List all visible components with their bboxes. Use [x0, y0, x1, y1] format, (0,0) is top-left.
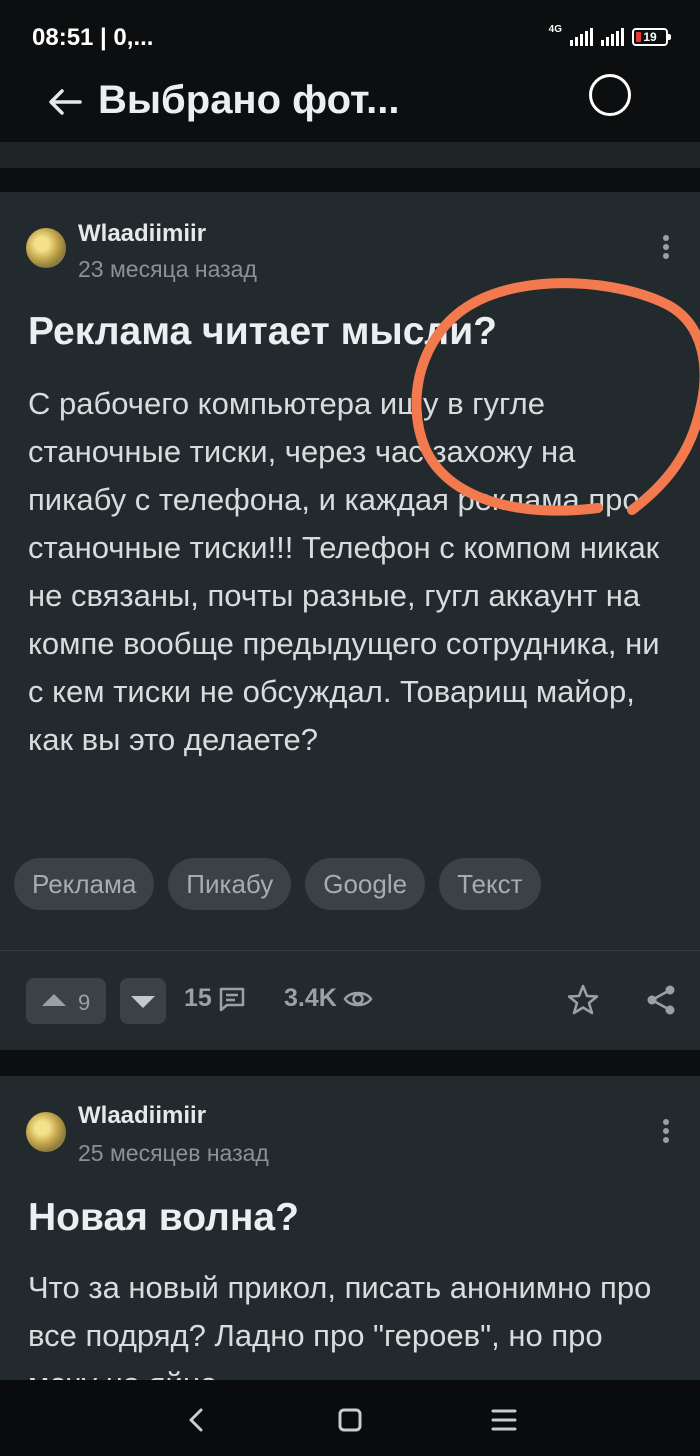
post-body: С рабочего компьютера ищу в гугле станоч…: [28, 386, 660, 757]
divider: [0, 1050, 700, 1076]
eye-icon: [343, 991, 373, 1006]
card-divider: [0, 950, 700, 951]
status-time: 08:51 | 0,...: [32, 24, 154, 51]
tag-chip[interactable]: Текст: [439, 858, 541, 910]
signal-2-icon: [601, 28, 624, 46]
signal-icon: [570, 28, 593, 46]
arrow-down-icon: [131, 996, 155, 1008]
battery-icon: 19: [632, 28, 671, 46]
arrow-left-icon: [49, 89, 82, 115]
status-icons: 4G 19: [548, 23, 671, 50]
views-indicator: 3.4K: [284, 984, 373, 1013]
previous-card-edge: [0, 142, 700, 168]
star-icon[interactable]: [565, 982, 601, 1018]
tag-chip[interactable]: Google: [305, 858, 426, 910]
post-card: Wlaadiimiir 23 месяца назад Реклама чита…: [0, 192, 700, 1050]
upvote-button[interactable]: 9: [26, 978, 106, 1024]
avatar[interactable]: [26, 228, 66, 268]
post-time: 23 месяца назад: [78, 256, 257, 282]
screen: 08:51 | 0,... 4G 19 Выбрано фот... Wlaad…: [0, 0, 700, 1456]
nav-back-icon[interactable]: [176, 1400, 216, 1440]
battery-level: 19: [643, 30, 657, 44]
post-card: Wlaadiimiir 25 месяцев назад Новая волна…: [0, 1076, 700, 1401]
post-time: 25 месяцев назад: [78, 1140, 269, 1166]
share-icon[interactable]: [643, 982, 679, 1018]
arrow-up-icon: [42, 994, 66, 1006]
views-count: 3.4K: [284, 984, 337, 1012]
page-title: Выбрано фот...: [98, 78, 400, 122]
more-options-button[interactable]: [654, 232, 678, 262]
more-options-button[interactable]: [654, 1116, 678, 1146]
post-author[interactable]: Wlaadiimiir: [78, 1102, 206, 1130]
tag-list: Реклама Пикабу Google Текст: [14, 858, 541, 910]
post-actions: 9 15 3.4K: [0, 976, 700, 1028]
tag-chip[interactable]: Реклама: [14, 858, 155, 910]
system-nav-bar: [0, 1380, 700, 1456]
nav-home-icon[interactable]: [330, 1400, 370, 1440]
tag-chip[interactable]: Пикабу: [168, 858, 292, 910]
select-all-button[interactable]: [589, 74, 631, 116]
back-button[interactable]: [44, 80, 88, 124]
comments-count: 15: [184, 984, 212, 1012]
vote-count: 9: [78, 990, 91, 1015]
post-title[interactable]: Новая волна?: [28, 1196, 299, 1240]
comments-button[interactable]: 15: [184, 984, 246, 1013]
downvote-button[interactable]: [120, 978, 166, 1024]
app-bar: Выбрано фот...: [0, 70, 700, 142]
post-title[interactable]: Реклама читает мысли?: [28, 310, 497, 354]
status-bar: 08:51 | 0,... 4G 19: [0, 0, 700, 70]
post-author[interactable]: Wlaadiimiir: [78, 220, 206, 248]
comment-icon: [219, 987, 245, 1011]
divider: [0, 168, 700, 192]
nav-recents-icon[interactable]: [484, 1400, 524, 1440]
avatar[interactable]: [26, 1112, 66, 1152]
network-type: 4G: [548, 23, 562, 35]
